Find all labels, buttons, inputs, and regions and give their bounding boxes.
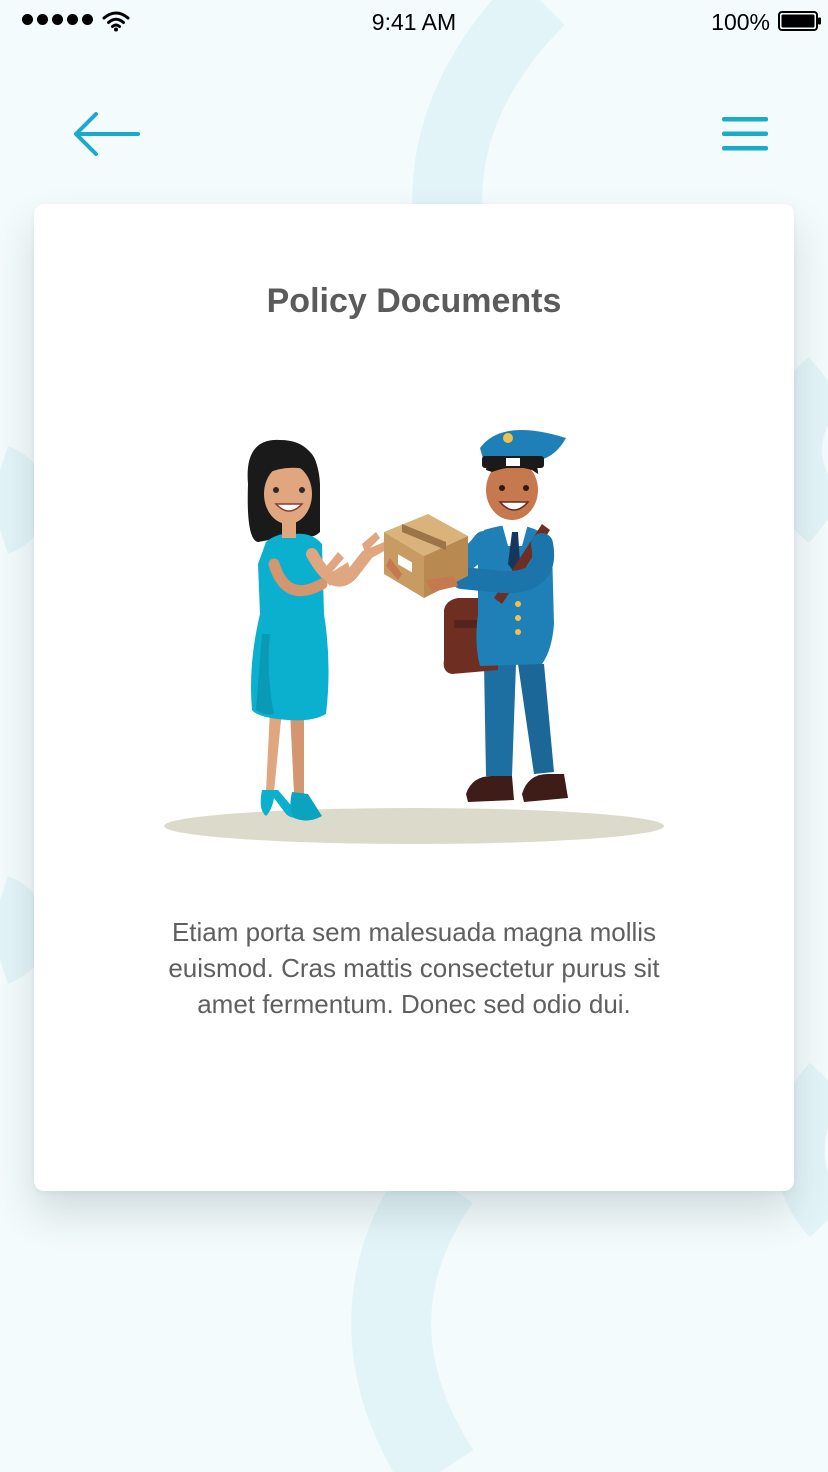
package-box [384,514,468,598]
back-button[interactable] [70,108,142,160]
menu-button[interactable] [716,110,774,158]
woman-figure [247,439,386,821]
ground-shadow [164,808,664,844]
hamburger-menu-icon [722,117,768,151]
delivery-illustration [164,430,664,844]
battery-icon [778,11,821,31]
policy-documents-card: Policy Documents Etiam porta sem malesua… [34,204,794,1191]
battery-percent: 100% [711,9,770,35]
card-description: Etiam porta sem malesuada magna mollis e… [168,917,660,1019]
arrow-left-icon [74,112,140,156]
status-time: 9:41 AM [371,9,457,35]
card-title: Policy Documents [266,282,562,320]
courier-figure [427,430,568,802]
status-bar: 9:41 AM 100% [0,0,828,44]
